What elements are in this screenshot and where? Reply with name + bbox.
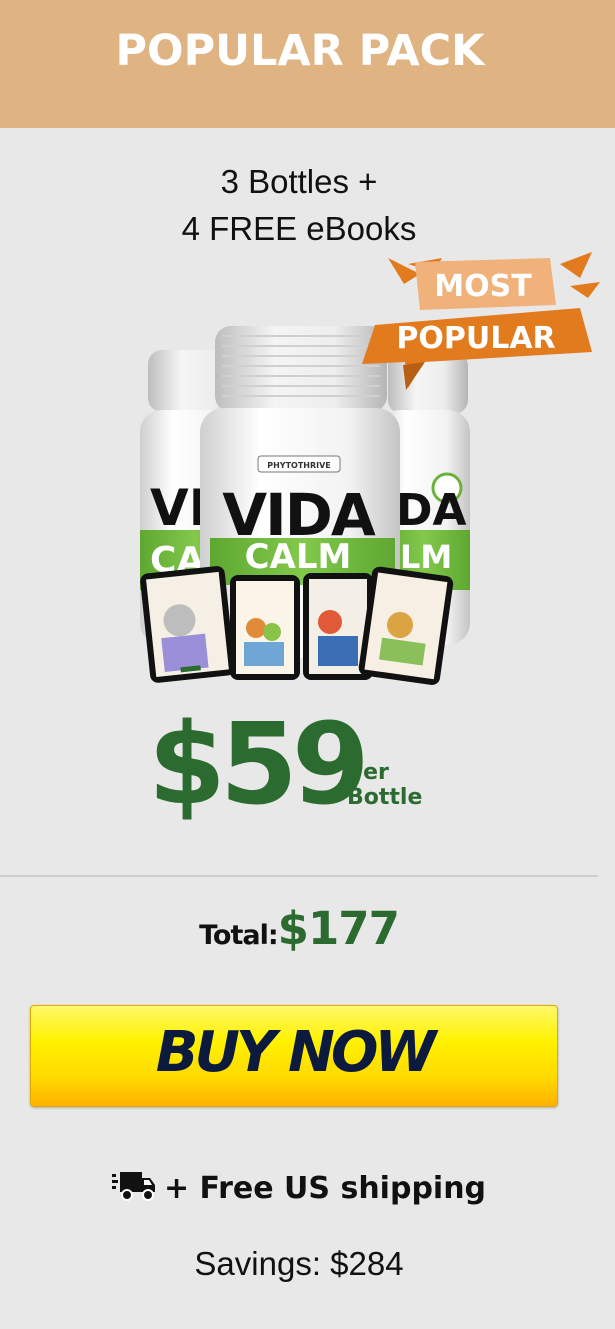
- bottle-name-line2: CALM: [245, 537, 352, 577]
- total-price: Total:$177: [0, 902, 598, 955]
- bottle-right-name: DA: [396, 485, 467, 536]
- buy-now-button[interactable]: BUY NOW: [30, 1005, 558, 1107]
- price-amount: $59: [148, 700, 370, 830]
- total-label: Total:: [199, 920, 279, 951]
- bottle-left-name: VI: [150, 479, 207, 537]
- price-unit-line1: Per: [347, 760, 389, 785]
- product-image: VI CA DA LM PHYTOTHRIVE VIDA CALM MOST P…: [140, 252, 600, 685]
- pricing-card: POPULAR PACK 3 Bottles + 4 FREE eBooks V…: [0, 0, 615, 1329]
- bottle-right-name2: LM: [400, 538, 452, 576]
- card-header: POPULAR PACK: [0, 0, 615, 128]
- savings: Savings: $284: [194, 1245, 404, 1282]
- shipping-label: + Free US shipping: [163, 1171, 487, 1206]
- divider: [0, 875, 598, 877]
- price-unit: Per Bottle: [347, 760, 422, 810]
- bottle-brand: PHYTOTHRIVE: [267, 461, 331, 470]
- price-unit-line2: Bottle: [347, 785, 423, 810]
- total-amount: $177: [277, 902, 400, 955]
- ebooks: [140, 566, 454, 685]
- badge-line2: POPULAR: [396, 321, 555, 356]
- buy-now-label: BUY NOW: [155, 1020, 436, 1085]
- badge-line1: MOST: [434, 269, 532, 304]
- header-title: POPULAR PACK: [115, 26, 485, 76]
- truck-icon: [111, 1172, 155, 1201]
- offer-line-bottles: 3 Bottles +: [220, 163, 378, 200]
- shipping-info: + Free US shipping: [0, 1170, 598, 1206]
